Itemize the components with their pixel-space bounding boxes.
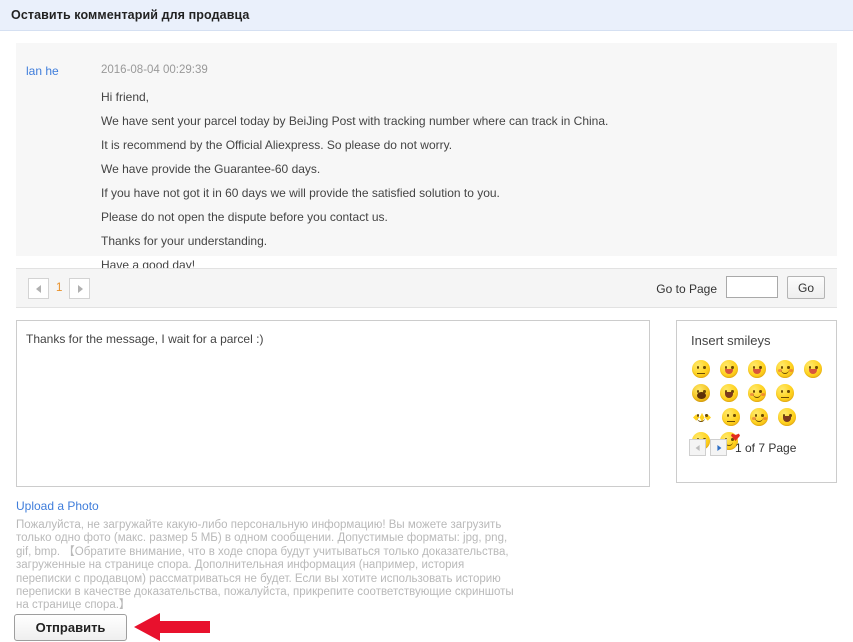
message-line: Please do not open the dispute before yo… — [101, 210, 388, 224]
pagination-bar: 1 Go to Page Go — [16, 268, 837, 308]
smiley-neutral[interactable] — [692, 360, 710, 378]
triangle-left-icon — [35, 284, 41, 293]
goto-page-input[interactable] — [726, 276, 778, 298]
smiley-drool[interactable] — [804, 360, 822, 378]
upload-photo-link[interactable]: Upload a Photo — [16, 499, 99, 513]
smiley-tongue-out[interactable] — [748, 360, 766, 378]
arrow-left-icon — [134, 613, 210, 641]
message-line: It is recommend by the Official Aliexpre… — [101, 138, 453, 152]
smiley-next-button[interactable] — [710, 439, 727, 456]
smiley-shy-blush[interactable] — [748, 384, 766, 402]
triangle-left-icon — [695, 444, 700, 451]
pagination-prev-button[interactable] — [28, 278, 49, 299]
smileys-title: Insert smileys — [691, 333, 771, 348]
message-body: Hi friend, We have sent your parcel toda… — [101, 87, 801, 279]
message-author[interactable]: lan he — [26, 64, 59, 78]
smileys-panel: Insert smileys 1 of 7 Page — [676, 320, 837, 483]
pagination-current-page[interactable]: 1 — [56, 282, 62, 294]
page-title: Оставить комментарий для продавца — [11, 8, 250, 22]
message-line: Thanks for your understanding. — [101, 234, 268, 248]
pagination-next-button[interactable] — [69, 278, 90, 299]
submit-button[interactable]: Отправить — [14, 614, 127, 641]
smiley-giggle[interactable] — [776, 360, 794, 378]
message-panel: lan he 2016-08-04 00:29:39 Hi friend, We… — [16, 43, 837, 272]
upload-disclaimer: Пожалуйста, не загружайте какую-либо пер… — [16, 519, 514, 612]
smiley-victory[interactable] — [778, 408, 796, 426]
smiley-smug[interactable] — [722, 408, 740, 426]
smiley-page-text: 1 of 7 Page — [735, 441, 797, 455]
message-timestamp: 2016-08-04 00:29:39 — [101, 64, 208, 76]
smiley-covering-face[interactable] — [776, 384, 794, 402]
triangle-right-icon — [716, 444, 721, 451]
page-body: lan he 2016-08-04 00:29:39 Hi friend, We… — [0, 32, 853, 642]
message-line: If you have not got it in 60 days we wil… — [101, 186, 500, 200]
smiley-wink-tongue[interactable] — [720, 360, 738, 378]
triangle-right-icon — [77, 284, 83, 293]
smiley-grid — [687, 357, 828, 453]
smiley-coffee-cup[interactable] — [692, 384, 710, 402]
reply-textarea[interactable] — [16, 320, 650, 487]
message-line: Hi friend, — [101, 90, 150, 104]
smiley-pleased[interactable] — [750, 408, 768, 426]
page-header: Оставить комментарий для продавца — [0, 0, 853, 31]
message-line: We have sent your parcel today by BeiJin… — [101, 114, 609, 128]
go-button[interactable]: Go — [787, 276, 825, 299]
smiley-laugh-cry[interactable] — [720, 384, 738, 402]
goto-page-label: Go to Page — [656, 282, 717, 296]
message-line: We have provide the Guarantee-60 days. — [101, 162, 321, 176]
smiley-starburst[interactable] — [692, 408, 712, 426]
smiley-prev-button[interactable] — [689, 439, 706, 456]
